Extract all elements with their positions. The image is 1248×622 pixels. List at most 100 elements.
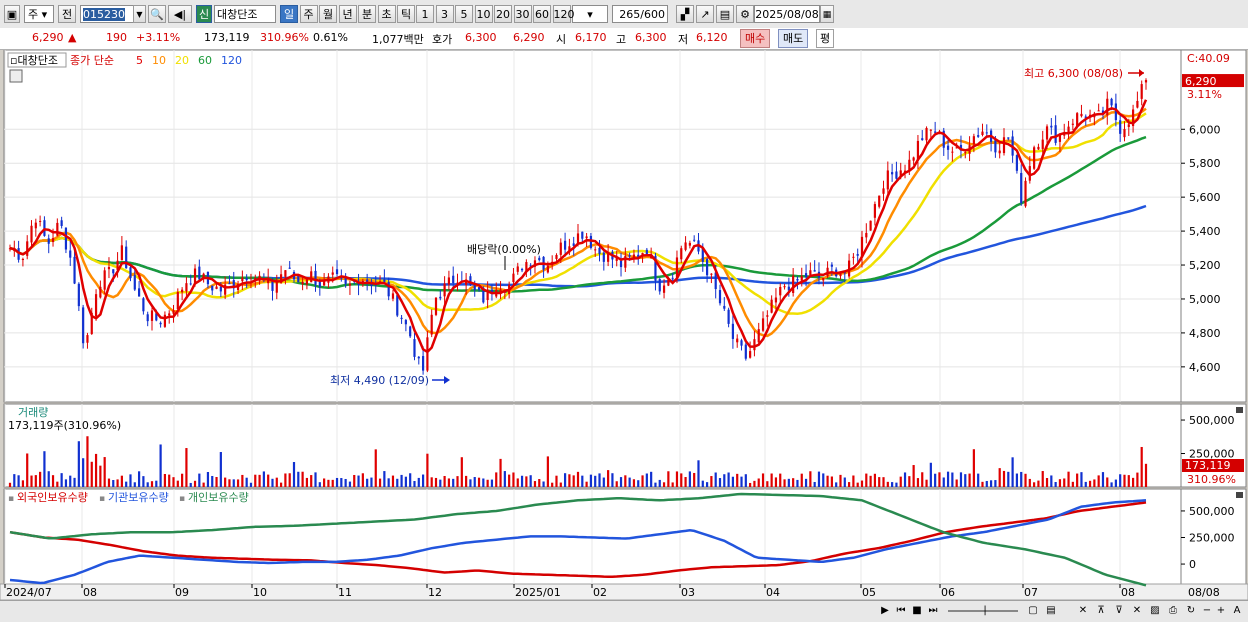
candle-body xyxy=(628,255,631,257)
tab-period-5[interactable]: 초 xyxy=(377,5,396,23)
tab-period-1[interactable]: 주 xyxy=(299,5,318,23)
count-dropdown[interactable]: ▾ xyxy=(572,5,608,23)
candle-body xyxy=(1007,137,1010,139)
x-label-13: 08 xyxy=(1121,586,1135,599)
tab-interval-3[interactable]: 3 xyxy=(435,5,454,23)
volume-bar xyxy=(555,475,558,487)
save-icon[interactable]: ▤ xyxy=(716,5,734,23)
gear-icon[interactable]: ⚙ xyxy=(736,5,754,23)
tab-period-3[interactable]: 년 xyxy=(338,5,357,23)
buy-button[interactable]: 매수 xyxy=(740,29,771,48)
trade-amount: 1,077백만 xyxy=(372,33,424,46)
candle-body xyxy=(985,132,988,134)
candle-body xyxy=(585,236,588,239)
volume-bar xyxy=(301,471,304,487)
candle-body xyxy=(314,270,317,285)
candle-body xyxy=(107,266,111,270)
scroll-right-icon[interactable]: ▶ xyxy=(878,604,892,618)
market-select[interactable]: 주 ▾ xyxy=(24,5,54,23)
tool-icon-3[interactable]: ✕ xyxy=(1130,604,1144,618)
volume-bar xyxy=(843,477,846,487)
tab-interval-10[interactable]: 10 xyxy=(474,5,493,23)
tab-interval-120[interactable]: 120 xyxy=(552,5,575,23)
tab-interval-20[interactable]: 20 xyxy=(494,5,512,23)
candle-body xyxy=(813,270,816,272)
price-tick-label-7: 4,600 xyxy=(1189,361,1221,374)
volume-bar xyxy=(271,478,274,487)
candle-body xyxy=(705,259,709,276)
eval-button[interactable]: 평 xyxy=(816,29,835,48)
volume-bar xyxy=(77,441,80,487)
volume-bar xyxy=(1011,457,1014,487)
tab-period-0[interactable]: 일 xyxy=(280,5,298,23)
stock-name-field[interactable]: 대창단조 xyxy=(214,5,276,23)
chart-settings-icon[interactable]: ▞ xyxy=(676,5,694,23)
candle-body xyxy=(1002,137,1006,154)
layout-icon-1[interactable]: ▢ xyxy=(1026,604,1040,618)
date-field[interactable]: 2025/08/08 xyxy=(754,5,820,23)
panel-toggle-icon[interactable]: ▣ xyxy=(4,5,20,23)
sell-button[interactable]: 매도 xyxy=(778,29,809,48)
volume-bar xyxy=(348,481,352,487)
tab-interval-30[interactable]: 30 xyxy=(513,5,532,23)
search-icon[interactable]: 🔍 xyxy=(148,5,166,23)
candle-body xyxy=(662,285,666,293)
tab-period-2[interactable]: 월 xyxy=(319,5,337,23)
volume-value-text: 173,119주(310.96%) xyxy=(8,419,121,432)
candle-body xyxy=(310,271,313,283)
zoom-out-icon[interactable]: − xyxy=(1200,604,1214,618)
volume-bar xyxy=(490,479,494,487)
font-size-icon[interactable]: A xyxy=(1230,604,1244,618)
candle-body xyxy=(710,273,713,275)
x-last-date: 08/08 xyxy=(1188,586,1220,599)
forward-icon[interactable]: ⏭ xyxy=(926,604,940,618)
rewind-icon[interactable]: ⏮ xyxy=(894,604,908,618)
candle-body xyxy=(129,267,132,279)
tab-interval-60[interactable]: 60 xyxy=(533,5,551,23)
x-label-11: 06 xyxy=(941,586,955,599)
x-label-8: 03 xyxy=(681,586,695,599)
speaker-icon[interactable]: ◀| xyxy=(168,5,192,23)
candle-body xyxy=(994,140,997,153)
tab-interval-1[interactable]: 1 xyxy=(416,5,434,23)
volume-bar xyxy=(972,449,975,487)
tool-icon-2[interactable]: ⊽ xyxy=(1112,604,1126,618)
volume-bar xyxy=(172,477,175,487)
candle-body xyxy=(619,260,623,268)
layout-icon-2[interactable]: ▤ xyxy=(1044,604,1058,618)
high-annotation: 최고 6,300 (08/08) xyxy=(1024,67,1123,80)
chart-area[interactable]: 6,000 5,800 5,600 5,400 5,200 5,000 4,800 4,600… xyxy=(0,50,1248,600)
tab-period-4[interactable]: 분 xyxy=(358,5,376,23)
volume-bar xyxy=(624,475,627,487)
print-icon[interactable]: ⎙ xyxy=(1166,604,1180,618)
stop-icon[interactable]: ■ xyxy=(910,604,924,618)
volume-bar xyxy=(912,465,915,487)
slider-thumb[interactable]: | xyxy=(978,604,992,618)
volume-bar xyxy=(249,482,253,487)
candle-body xyxy=(740,340,743,346)
count-field[interactable]: 265/600 xyxy=(612,5,668,23)
volume-bar xyxy=(107,478,111,487)
low-annotation: 최저 4,490 (12/09) xyxy=(330,374,429,387)
candle-body xyxy=(951,151,954,153)
image-icon[interactable]: ▨ xyxy=(1148,604,1162,618)
tool-icon-1[interactable]: ⊼ xyxy=(1094,604,1108,618)
tab-interval-5[interactable]: 5 xyxy=(455,5,473,23)
volume-bar xyxy=(323,478,326,487)
tab-period-6[interactable]: 틱 xyxy=(397,5,415,23)
drawing-tool-icon[interactable]: ↗ xyxy=(696,5,714,23)
volume-bar xyxy=(576,471,580,487)
refresh-icon[interactable]: ↻ xyxy=(1184,604,1198,618)
prev-button[interactable]: 전 xyxy=(58,5,76,23)
volume-bar xyxy=(508,474,511,487)
zoom-in-icon[interactable]: + xyxy=(1214,604,1228,618)
code-dropdown-icon[interactable]: ▼ xyxy=(133,5,146,23)
x-label-6: 2025/01 xyxy=(515,586,561,599)
calendar-icon[interactable]: ▦ xyxy=(820,5,834,23)
volume-bar xyxy=(404,476,407,487)
price-tick-label-1: 5,800 xyxy=(1189,157,1221,170)
volume-bar xyxy=(215,477,218,487)
hold-tick-label-0: 500,000 xyxy=(1189,505,1235,518)
candle-body xyxy=(318,281,321,287)
crosshair-icon[interactable]: ✕ xyxy=(1076,604,1090,618)
